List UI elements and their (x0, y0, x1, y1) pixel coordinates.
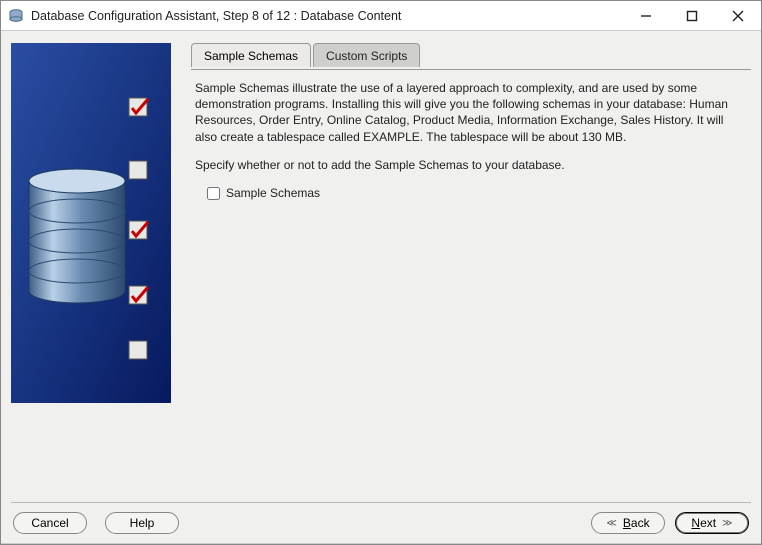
tab-panel: Sample Schemas illustrate the use of a l… (191, 69, 751, 209)
body-area: Sample Schemas Custom Scripts Sample Sch… (1, 31, 761, 502)
chevron-left-icon: ≪ (606, 518, 616, 529)
step-badge-unchecked (129, 341, 147, 359)
chevron-right-icon: ≫ (722, 518, 732, 529)
window-title: Database Configuration Assistant, Step 8… (31, 9, 623, 23)
step-badge-checked (129, 286, 148, 304)
sample-schemas-label: Sample Schemas (226, 185, 320, 201)
tab-sample-schemas[interactable]: Sample Schemas (191, 43, 311, 67)
client-area: Sample Schemas Custom Scripts Sample Sch… (1, 31, 761, 544)
maximize-button[interactable] (669, 1, 715, 30)
window-controls (623, 1, 761, 30)
tab-bar: Sample Schemas Custom Scripts (191, 43, 751, 67)
next-button[interactable]: Next ≫ (675, 512, 749, 534)
wizard-graphic (11, 43, 171, 406)
button-bar-right: ≪ Back Next ≫ (591, 512, 749, 534)
button-bar-left: Cancel Help (13, 512, 179, 534)
content-area: Sample Schemas Custom Scripts Sample Sch… (191, 43, 751, 494)
minimize-button[interactable] (623, 1, 669, 30)
step-badge-unchecked (129, 161, 147, 179)
help-button[interactable]: Help (105, 512, 179, 534)
sample-schemas-option: Sample Schemas (195, 185, 743, 201)
back-label: Back (623, 516, 650, 530)
titlebar: Database Configuration Assistant, Step 8… (1, 1, 761, 31)
main-window: Database Configuration Assistant, Step 8… (0, 0, 762, 545)
cancel-button[interactable]: Cancel (13, 512, 87, 534)
tab-custom-scripts[interactable]: Custom Scripts (313, 43, 420, 67)
sample-schemas-checkbox[interactable] (207, 187, 220, 200)
app-icon (7, 7, 25, 25)
close-button[interactable] (715, 1, 761, 30)
button-bar: Cancel Help ≪ Back Next ≫ (1, 503, 761, 543)
instruction-text: Specify whether or not to add the Sample… (195, 157, 743, 173)
description-text: Sample Schemas illustrate the use of a l… (195, 80, 743, 145)
back-button[interactable]: ≪ Back (591, 512, 665, 534)
step-badge-checked (129, 221, 148, 239)
next-label: Next (691, 516, 716, 530)
step-badge-checked (129, 98, 148, 116)
